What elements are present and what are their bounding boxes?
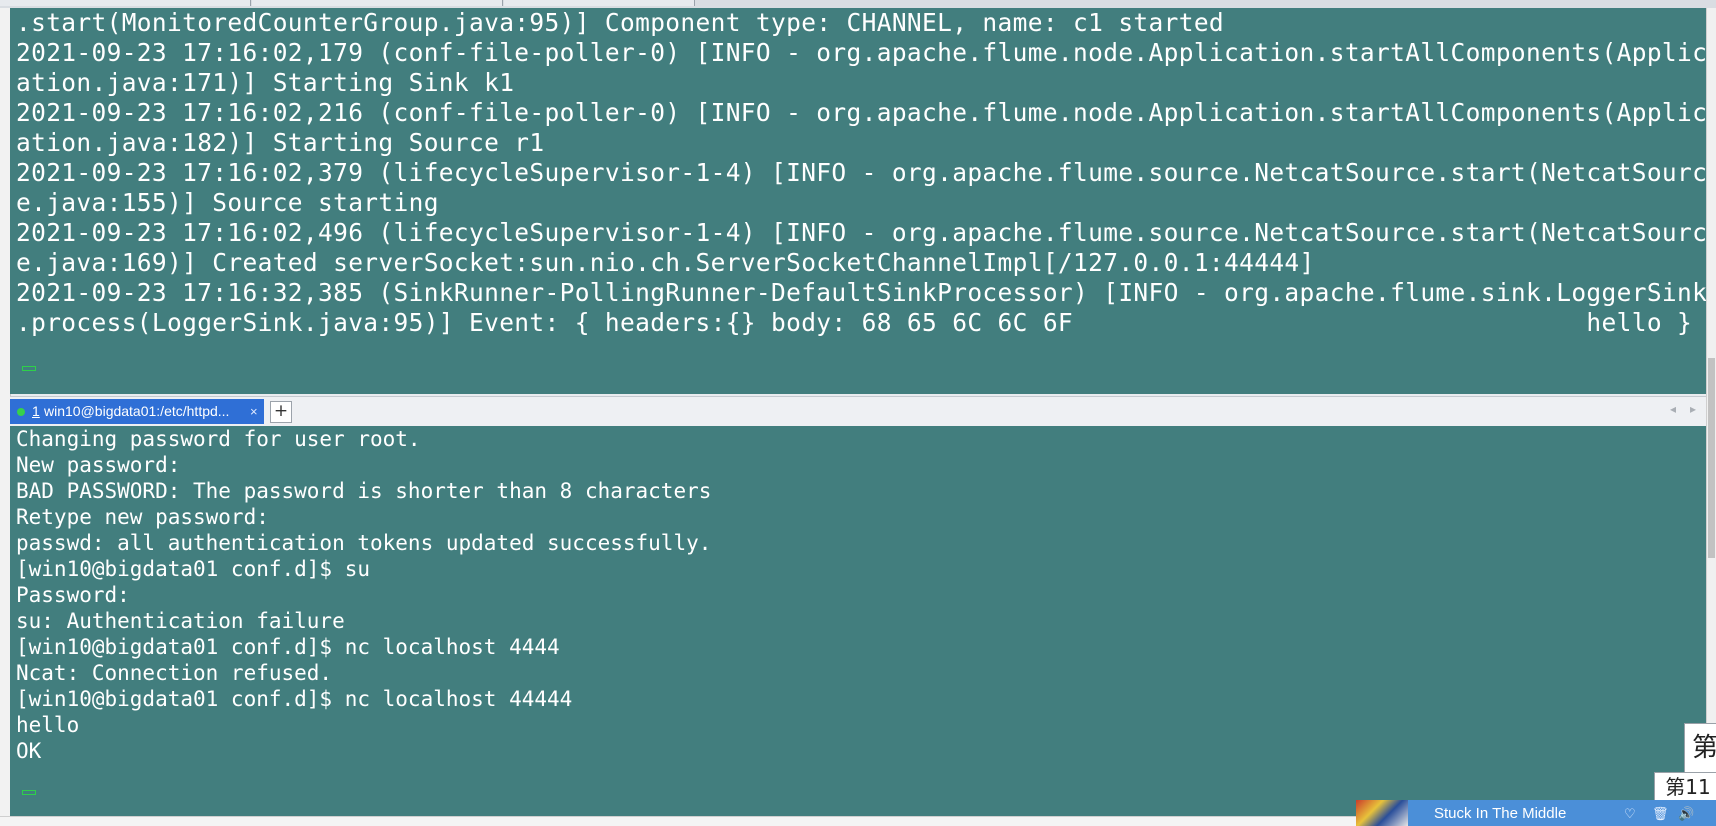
terminal-line: hello <box>16 713 80 737</box>
terminal-line: BAD PASSWORD: The password is shorter th… <box>16 479 712 503</box>
window-tab[interactable] <box>504 0 695 6</box>
connected-status-icon <box>17 408 25 416</box>
scrollbar-thumb[interactable] <box>1708 358 1715 558</box>
music-player-bar[interactable]: Stuck In The Middle ♡ 🗑 🔊 <box>1356 800 1716 826</box>
terminal-line: passwd: all authentication tokens update… <box>16 531 712 555</box>
terminal-line: [win10@bigdata01 conf.d]$ nc localhost 4… <box>16 635 560 659</box>
terminal-line: New password: <box>16 453 181 477</box>
terminal-line: e.java:169)] Created serverSocket:sun.ni… <box>16 248 1315 277</box>
terminal-line: .start(MonitoredCounterGroup.java:95)] C… <box>16 8 1225 37</box>
ime-candidate-box[interactable]: 第11 <box>1654 772 1716 802</box>
terminal-cursor <box>22 366 36 371</box>
session-tab-bar: 1 win10@bigdata01:/etc/httpd... × + ◂ ▸ <box>10 396 1706 428</box>
heart-icon[interactable]: ♡ <box>1624 806 1636 822</box>
terminal-line: OK <box>16 739 42 763</box>
window-tab[interactable] <box>252 0 503 6</box>
top-terminal-pane[interactable]: .start(MonitoredCounterGroup.java:95)] C… <box>10 8 1706 394</box>
vertical-scrollbar[interactable] <box>1706 8 1716 826</box>
tab-number: 1 <box>32 403 40 419</box>
terminal-line: [win10@bigdata01 conf.d]$ nc localhost 4… <box>16 687 573 711</box>
close-icon[interactable]: × <box>250 399 258 424</box>
terminal-line: 2021-09-23 17:16:02,379 (lifecycleSuperv… <box>16 158 1706 187</box>
terminal-line: .process(LoggerSink.java:95)] Event: { h… <box>16 308 1693 337</box>
bottom-terminal-pane[interactable]: Changing password for user root. New pas… <box>10 426 1706 816</box>
terminal-line: ation.java:171)] Starting Sink k1 <box>16 68 515 97</box>
tab-label: win10@bigdata01:/etc/httpd... <box>44 403 230 419</box>
terminal-line: Changing password for user root. <box>16 427 421 451</box>
song-title: Stuck In The Middle <box>1434 805 1567 822</box>
terminal-cursor <box>22 790 36 795</box>
terminal-line: 2021-09-23 17:16:02,216 (conf-file-polle… <box>16 98 1706 127</box>
terminal-line: Password: <box>16 583 130 607</box>
album-art <box>1356 800 1408 826</box>
ime-candidate-box[interactable]: 第 <box>1684 723 1716 773</box>
terminal-line: e.java:155)] Source starting <box>16 188 439 217</box>
add-tab-button[interactable]: + <box>270 401 292 423</box>
chevron-left-icon[interactable]: ◂ <box>1670 402 1676 416</box>
terminal-line: 2021-09-23 17:16:32,385 (SinkRunner-Poll… <box>16 278 1706 307</box>
chevron-right-icon[interactable]: ▸ <box>1690 402 1696 416</box>
window-tab[interactable] <box>0 0 251 6</box>
session-tab-1[interactable]: 1 win10@bigdata01:/etc/httpd... × <box>10 399 264 424</box>
trash-icon[interactable]: 🗑 <box>1652 806 1669 822</box>
terminal-line: 2021-09-23 17:16:02,496 (lifecycleSuperv… <box>16 218 1706 247</box>
terminal-line: 2021-09-23 17:16:02,179 (conf-file-polle… <box>16 38 1706 67</box>
terminal-line: [win10@bigdata01 conf.d]$ su <box>16 557 371 581</box>
volume-icon[interactable]: 🔊 <box>1678 806 1694 822</box>
desktop-screen: .start(MonitoredCounterGroup.java:95)] C… <box>0 0 1716 826</box>
terminal-line: Ncat: Connection refused. <box>16 661 333 685</box>
terminal-line: ation.java:182)] Starting Source r1 <box>16 128 545 157</box>
terminal-line: Retype new password: <box>16 505 269 529</box>
terminal-line: su: Authentication failure <box>16 609 345 633</box>
